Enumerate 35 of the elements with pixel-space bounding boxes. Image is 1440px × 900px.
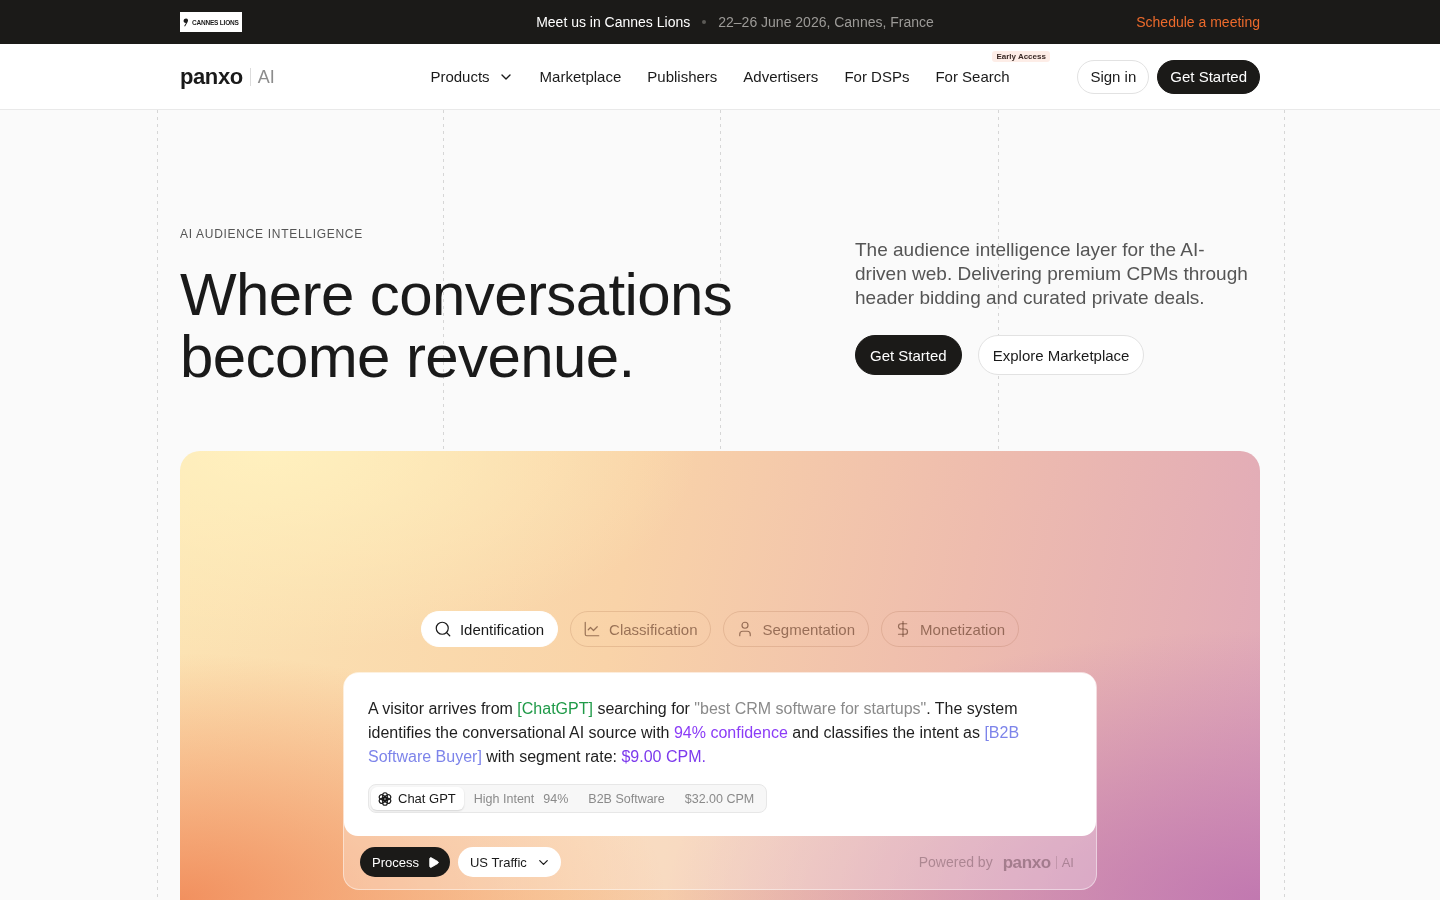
nav-link[interactable]: For DSPs — [844, 68, 910, 85]
traffic-dropdown[interactable]: US Traffic — [457, 847, 561, 877]
nav-link[interactable]: Marketplace — [539, 68, 622, 85]
emblem-icon — [183, 17, 189, 27]
nav-badge: Early Access — [992, 51, 1050, 62]
primary-button[interactable]: Get Started — [1157, 59, 1260, 94]
hero-description: The audience intelligence layer for the AI-driven web. Delivering premium CPMs through header bidding and curated private deals. — [855, 238, 1249, 310]
primary-button[interactable]: Get Started — [855, 335, 962, 375]
play-icon — [426, 855, 440, 869]
nav-link[interactable]: For Search — [935, 68, 1010, 85]
brand-logo-text: panxo — [180, 65, 243, 88]
line-chart-icon — [583, 620, 602, 638]
secondary-button[interactable]: Explore Marketplace — [977, 335, 1145, 375]
brand-logo-text: panxo — [1002, 853, 1051, 871]
tag-value: 94% — [543, 791, 569, 806]
tag-text: B2B Software — [588, 791, 665, 806]
tag-text: $32.00 CPM — [684, 791, 755, 806]
rosette-icon — [377, 790, 393, 807]
demo-description: A visitor arrives from [ChatGPT] searching for "best CRM software for startups". The system identifies the conversational AI source with 94% confidence and classifies the intent as [B2B Software Buyer] with segment rate: $9.00 CPM. — [368, 699, 1021, 767]
separator-dot-icon — [702, 20, 707, 24]
schedule-link[interactable]: Schedule a meeting — [1136, 14, 1260, 30]
announcement-text: Meet us in Cannes Lions — [536, 14, 691, 30]
nav-link[interactable]: Advertisers — [743, 68, 819, 85]
secondary-button[interactable]: Sign in — [1077, 59, 1150, 94]
source-label: Chat GPT — [398, 791, 456, 806]
nav-link[interactable]: Products — [430, 68, 514, 85]
nav-link[interactable]: Publishers — [647, 68, 718, 85]
step-tab[interactable]: Identification — [420, 611, 559, 647]
process-button[interactable]: Process — [360, 847, 450, 877]
search-icon — [433, 620, 452, 638]
hero-headline: Where conversations become revenue. — [180, 264, 734, 388]
brand-suffix: AI — [249, 67, 275, 86]
eyebrow-text: AI AUDIENCE INTELLIGENCE — [180, 226, 363, 242]
event-details: 22–26 June 2026, Cannes, France — [718, 14, 934, 30]
tag-text: High Intent — [473, 791, 535, 806]
